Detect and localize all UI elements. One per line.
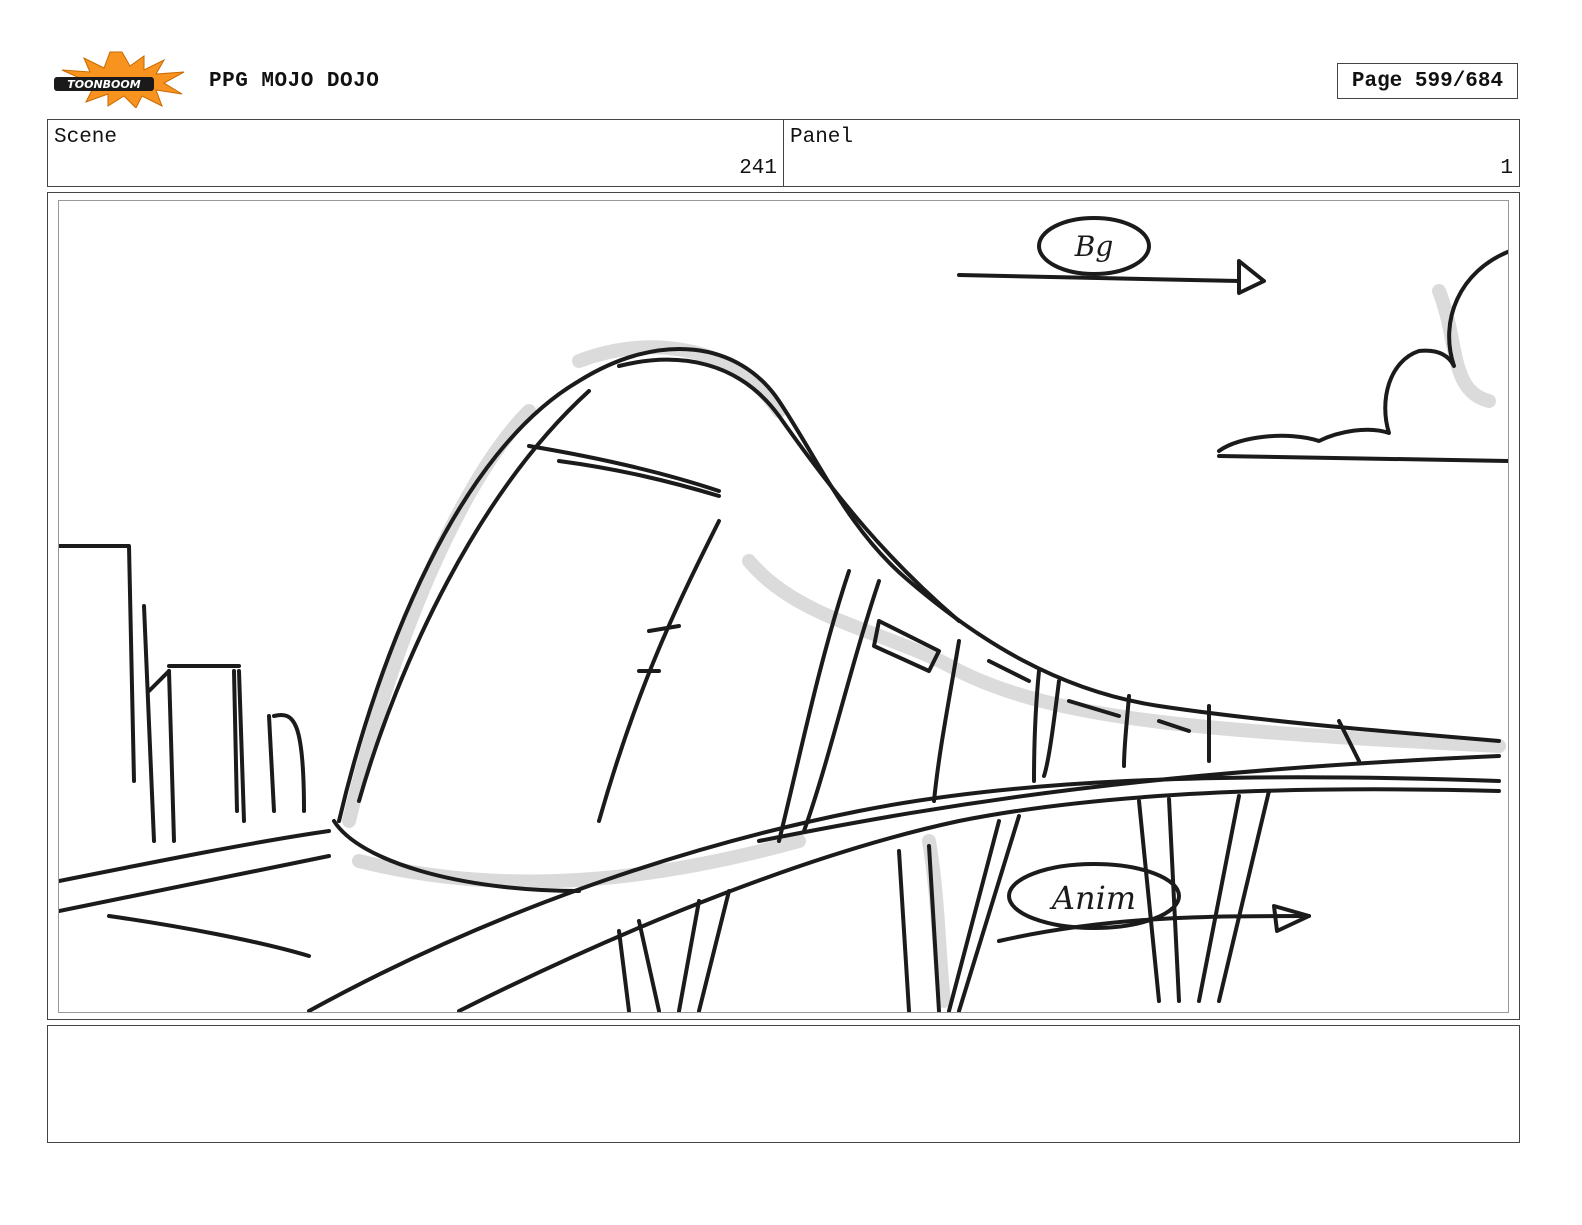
annotation-bg: Bg [1074,230,1114,263]
scene-label: Scene [54,126,118,149]
logo-text: TOONBOOM [67,78,140,91]
storyboard-sketch: Bg Anim [59,216,1508,1012]
page-indicator: Page 599/684 [1337,63,1518,99]
annotation-anim: Anim [1049,879,1136,917]
project-title: PPG MOJO DOJO [209,70,380,93]
toonboom-logo: TOONBOOM [52,50,188,109]
sketch-shading [342,284,1506,1008]
scene-number: 241 [739,157,777,180]
panel-label: Panel [790,126,854,149]
scene-panel-row: Scene 241 Panel 1 [47,119,1520,187]
notes-box[interactable] [47,1025,1520,1143]
sketch-lines [59,216,1508,1012]
panel-cell: Panel 1 [783,120,1519,186]
panel-drawing-area: Bg Anim [58,200,1509,1013]
panel-number: 1 [1500,157,1513,180]
scene-cell: Scene 241 [48,120,783,186]
